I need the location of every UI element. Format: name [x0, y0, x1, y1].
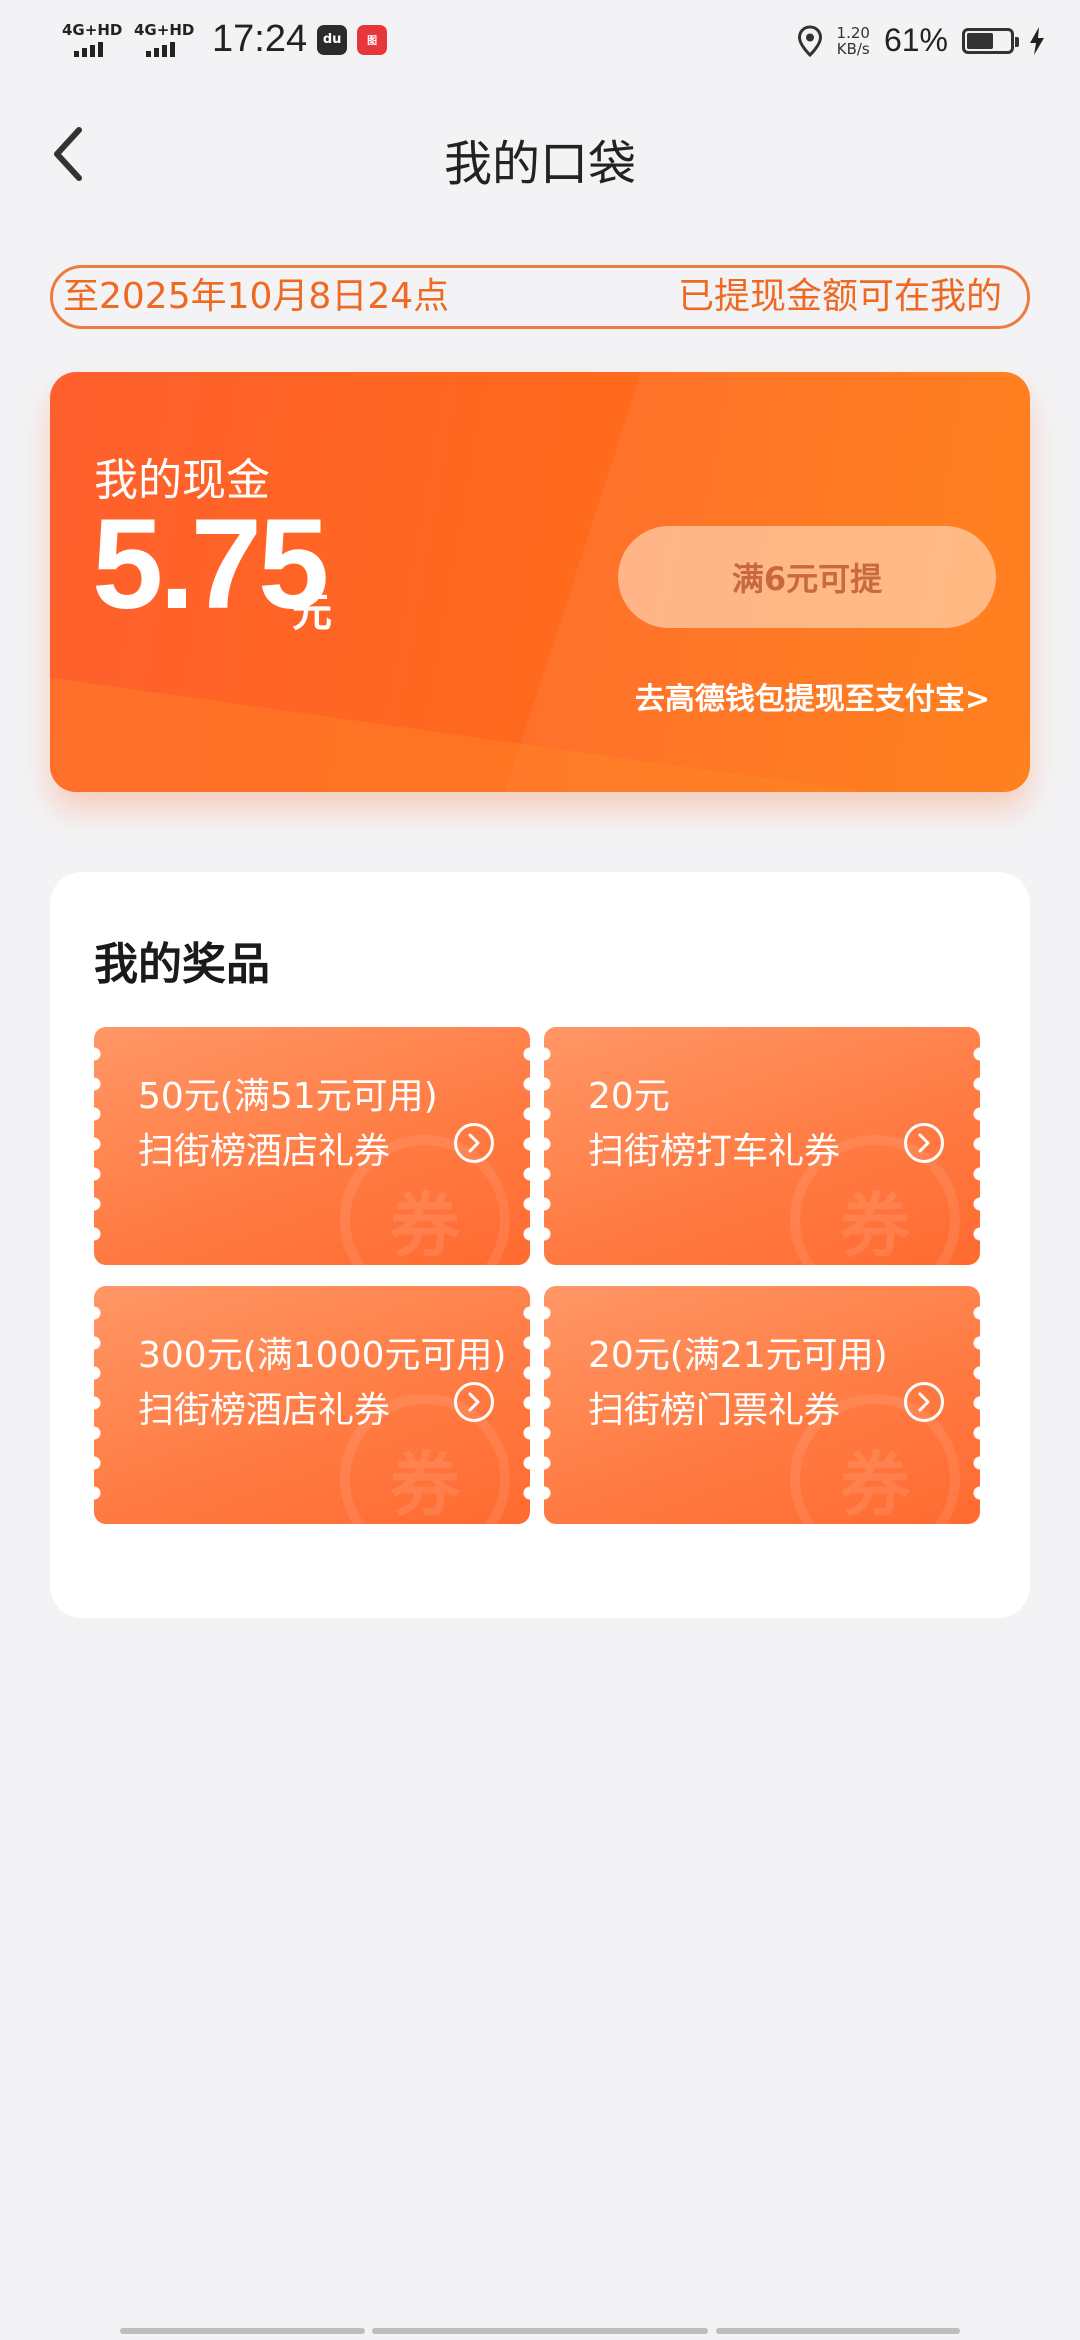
coupon-notch [544, 1039, 551, 1253]
coupon-notch [94, 1298, 101, 1512]
home-indicator [120, 2328, 365, 2334]
location-icon [797, 24, 822, 57]
chevron-right-circle-icon[interactable] [454, 1382, 494, 1422]
notice-marquee: 至2025年10月8日24点 已提现金额可在我的 [50, 265, 1030, 329]
clock: 17:24 [212, 18, 308, 60]
battery-icon [962, 27, 1019, 54]
chevron-right-circle-icon[interactable] [904, 1382, 944, 1422]
prizes-title: 我的奖品 [94, 939, 270, 990]
network-type-label: 4G+HD [62, 21, 123, 39]
status-right: 1.20 KB/s 61% [797, 22, 1046, 59]
coupon-value: 50元(满51元可用) [138, 1076, 438, 1117]
coupon-notch [523, 1039, 530, 1253]
battery-fill [967, 32, 993, 49]
coupon-value: 20元 [588, 1076, 670, 1117]
coupon-card[interactable]: 券 50元(满51元可用) 扫街榜酒店礼券 [94, 1027, 530, 1265]
coupon-notch [523, 1298, 530, 1512]
coupon-card[interactable]: 券 300元(满1000元可用) 扫街榜酒店礼券 [94, 1286, 530, 1524]
battery-percent: 61% [883, 22, 948, 58]
header: 我的口袋 [0, 100, 1080, 210]
notification-app-icon: 图 [357, 24, 388, 55]
home-indicator [372, 2328, 708, 2334]
coupon-notch [94, 1039, 101, 1253]
charging-icon [1030, 26, 1044, 55]
speed-value: 1.20 [836, 23, 870, 42]
notification-app-icon: du [317, 24, 348, 55]
signal-bars-icon [74, 42, 103, 57]
coupon-value: 20元(满21元可用) [588, 1335, 888, 1376]
coupon-notch [973, 1039, 980, 1253]
network-speed: 1.20 KB/s [837, 25, 870, 57]
cash-unit: 元 [292, 590, 332, 636]
status-bar: 4G+HD 4G+HD 17:24 du 图 1.20 KB/s 61% [0, 0, 1080, 84]
coupon-name: 扫街榜酒店礼券 [138, 1390, 391, 1431]
notice-text-left: 至2025年10月8日24点 [63, 276, 450, 317]
withdraw-button[interactable]: 满6元可提 [618, 526, 996, 628]
coupon-value: 300元(满1000元可用) [138, 1335, 507, 1376]
coupon-name: 扫街榜打车礼券 [588, 1131, 841, 1172]
signal-sim1: 4G+HD [62, 22, 124, 57]
notice-text-right: 已提现金额可在我的 [678, 276, 1003, 317]
signal-sim2: 4G+HD [134, 22, 196, 57]
cash-card: 我的现金 5.75 元 满6元可提 去高德钱包提现至支付宝> [50, 372, 1030, 792]
prizes-card: 我的奖品 券 50元(满51元可用) 扫街榜酒店礼券 券 20元 扫街榜打车礼券… [50, 872, 1030, 1618]
chevron-right-circle-icon[interactable] [904, 1123, 944, 1163]
coupon-notch [973, 1298, 980, 1512]
coupon-card[interactable]: 券 20元 扫街榜打车礼券 [544, 1027, 980, 1265]
coupon-name: 扫街榜门票礼券 [588, 1390, 841, 1431]
coupon-card[interactable]: 券 20元(满21元可用) 扫街榜门票礼券 [544, 1286, 980, 1524]
home-indicator [716, 2328, 960, 2334]
signal-bars-icon [146, 42, 175, 57]
chevron-right-circle-icon[interactable] [454, 1123, 494, 1163]
cash-amount: 5.75 [92, 493, 329, 636]
wallet-link[interactable]: 去高德钱包提现至支付宝> [635, 674, 990, 718]
page-title: 我的口袋 [443, 136, 636, 192]
coupon-name: 扫街榜酒店礼券 [138, 1131, 391, 1172]
speed-unit: KB/s [836, 39, 870, 58]
network-type-label: 4G+HD [134, 21, 195, 39]
coupon-notch [544, 1298, 551, 1512]
status-left: 4G+HD 4G+HD 17:24 du 图 [62, 18, 388, 61]
